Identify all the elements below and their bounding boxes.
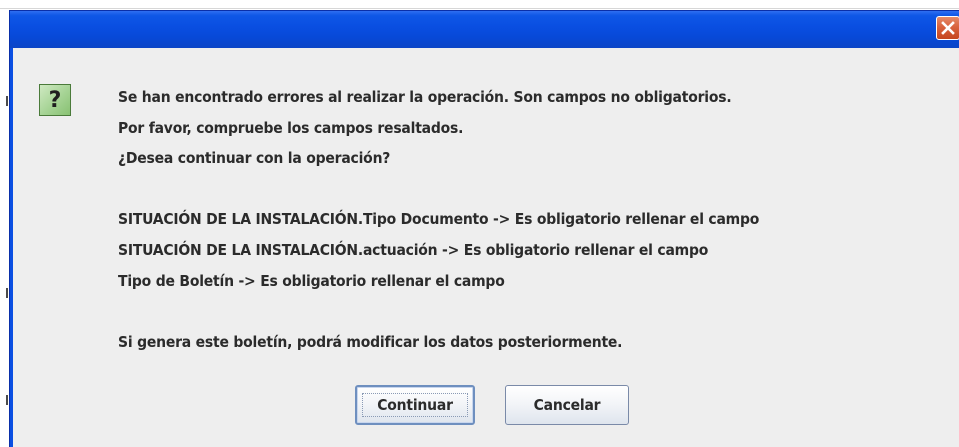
cancel-button[interactable]: Cancelar [505, 385, 629, 425]
message-line: SITUACIÓN DE LA INSTALACIÓN.actuación ->… [118, 241, 709, 259]
confirm-dialog: ? Se han encontrado errores al realizar … [9, 10, 959, 447]
message-line: Tipo de Boletín -> Es obligatorio rellen… [118, 272, 505, 290]
background-divider [6, 96, 8, 106]
background-divider [6, 288, 8, 298]
close-button[interactable] [936, 16, 959, 40]
dialog-body: ? Se han encontrado errores al realizar … [10, 48, 959, 447]
close-icon [941, 21, 955, 35]
question-icon: ? [39, 84, 71, 116]
continue-button[interactable]: Continuar [355, 385, 475, 425]
continue-button-label: Continuar [377, 396, 453, 414]
cancel-button-label: Cancelar [533, 396, 601, 414]
background-divider [6, 395, 8, 405]
dialog-titlebar[interactable] [10, 11, 959, 48]
message-line: Por favor, compruebe los campos resaltad… [118, 119, 464, 137]
message-line: SITUACIÓN DE LA INSTALACIÓN.Tipo Documen… [118, 210, 760, 228]
background-app-edge [0, 0, 959, 9]
message-line: Se han encontrado errores al realizar la… [118, 88, 732, 106]
screen: ? Se han encontrado errores al realizar … [0, 0, 959, 447]
message-line: Si genera este boletín, podrá modificar … [118, 333, 623, 351]
message-line: ¿Desea continuar con la operación? [118, 149, 391, 167]
